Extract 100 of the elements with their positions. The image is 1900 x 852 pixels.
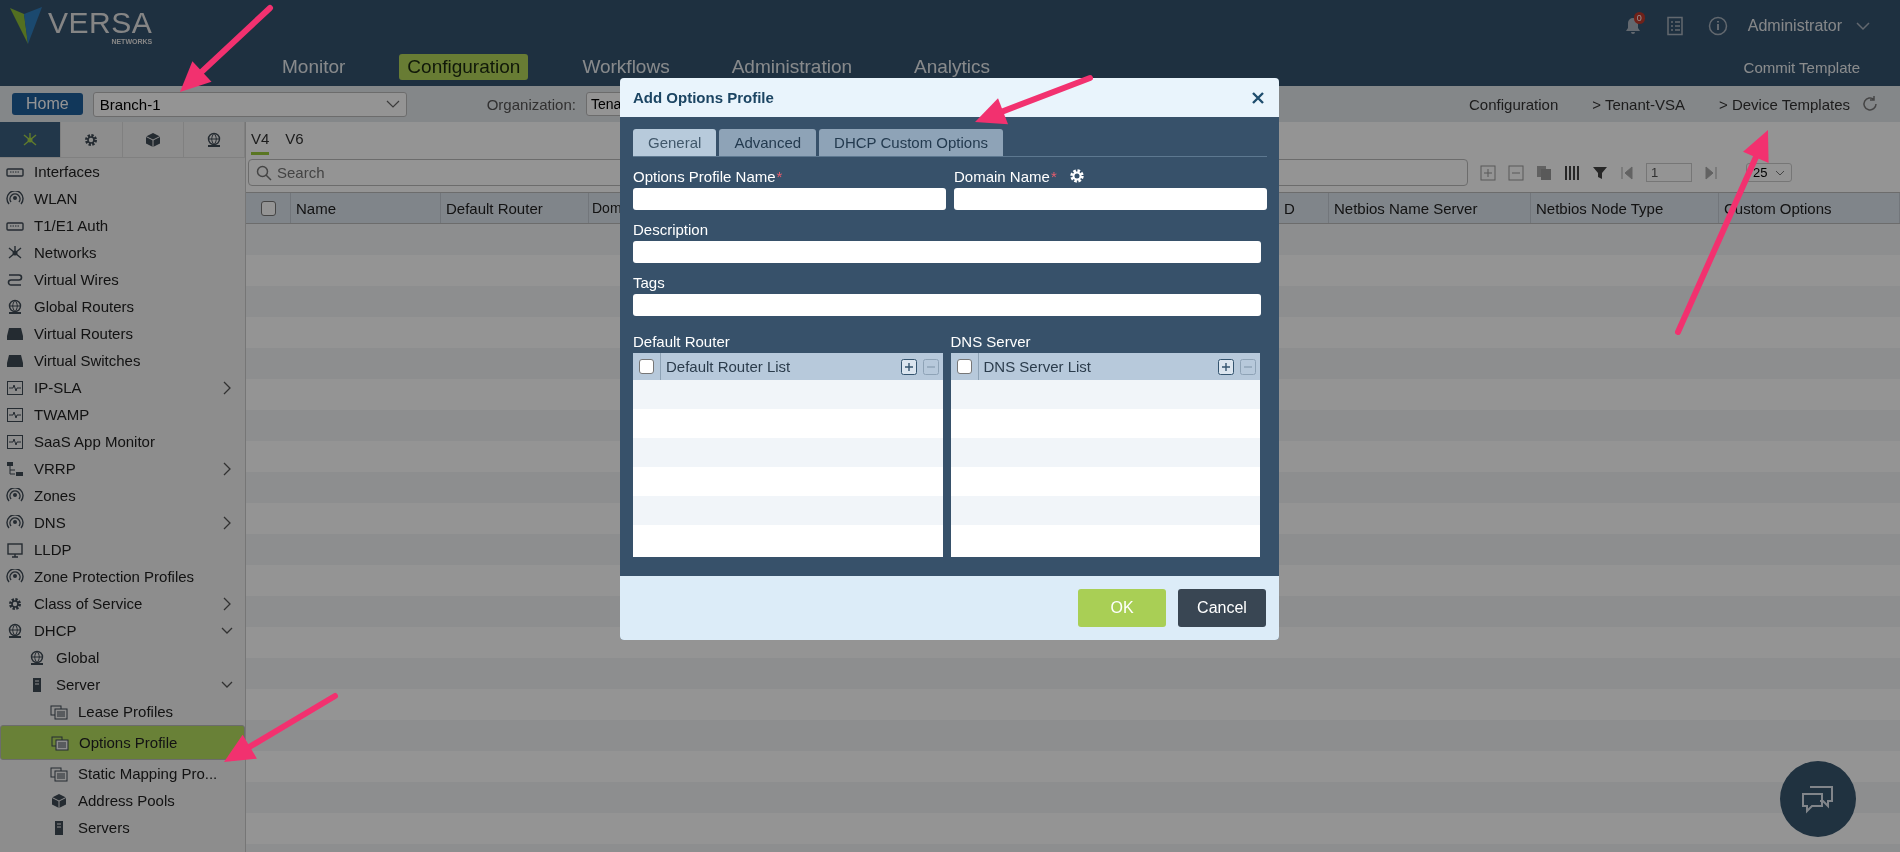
sidebar-item[interactable]: Servers <box>0 814 245 841</box>
page-size-select[interactable]: 25 <box>1746 163 1793 182</box>
sidebar-item[interactable]: Virtual Wires <box>0 266 245 293</box>
info-icon[interactable] <box>1707 16 1728 36</box>
close-icon[interactable] <box>1251 90 1265 105</box>
wires-icon <box>6 271 24 288</box>
chevron-icon[interactable] <box>1856 21 1870 31</box>
commit-template-link[interactable]: Commit Template <box>1743 58 1860 76</box>
folder-icon <box>50 765 68 782</box>
sidebar-tab[interactable] <box>0 122 62 158</box>
field-label: Domain Name <box>954 167 1050 185</box>
sidebar-item[interactable]: Zone Protection Profiles <box>0 563 245 590</box>
sidebar-item[interactable]: Static Mapping Pro... <box>0 760 245 787</box>
router-icon <box>6 325 24 342</box>
chevron-icon[interactable] <box>221 380 233 395</box>
version-tab[interactable]: V4 <box>251 130 270 155</box>
sidebar-item[interactable]: DNS <box>0 509 245 536</box>
logo-text: VERSA <box>48 7 153 38</box>
text-field[interactable] <box>954 188 1267 210</box>
nav-tab[interactable]: Workflows <box>574 54 678 80</box>
dialog-title: Add Options Profile <box>633 89 774 106</box>
sidebar-item[interactable]: DHCP <box>0 617 245 644</box>
select-all-checkbox[interactable] <box>260 200 276 216</box>
sidebar-item[interactable]: Global Routers <box>0 293 245 320</box>
settings-icon[interactable] <box>1068 168 1085 184</box>
select-all-checkbox[interactable] <box>956 359 972 374</box>
nav-tab[interactable]: Monitor <box>274 54 354 80</box>
sidebar-item[interactable]: Address Pools <box>0 787 245 814</box>
breadcrumb-item[interactable]: > Device Templates <box>1718 95 1850 113</box>
sidebar-item[interactable]: Class of Service <box>0 590 245 617</box>
search-icon <box>256 165 272 181</box>
refresh-icon[interactable] <box>1860 94 1880 114</box>
sidebar-tab[interactable] <box>61 122 123 158</box>
text-field[interactable] <box>633 188 946 210</box>
branch-select[interactable]: Branch-1 <box>92 91 407 117</box>
page-field[interactable]: 1 <box>1646 163 1692 182</box>
copy-icon[interactable] <box>1536 164 1552 181</box>
sidebar-item[interactable]: Interfaces <box>0 158 245 185</box>
sidebar-tab[interactable] <box>122 122 184 158</box>
column-header[interactable]: D <box>1284 199 1295 217</box>
chevron-icon[interactable] <box>221 596 233 611</box>
checklist-icon[interactable] <box>1665 16 1684 36</box>
screen-icon <box>6 541 24 558</box>
dialog-tab[interactable]: General <box>633 129 717 156</box>
wifi-icon <box>6 190 24 207</box>
add-icon[interactable] <box>1218 358 1234 375</box>
nav-tab[interactable]: Administration <box>723 54 861 80</box>
required-mark: * <box>776 167 783 185</box>
tree-icon <box>6 460 24 477</box>
chat-icon <box>1800 784 1836 814</box>
sidebar-item[interactable]: Virtual Routers <box>0 320 245 347</box>
globe-icon <box>6 622 24 639</box>
pulse-icon <box>6 433 24 450</box>
field-label: Options Profile Name <box>633 167 776 185</box>
pulse-icon <box>6 406 24 423</box>
chevron-icon[interactable] <box>1775 169 1786 176</box>
nav-tab[interactable]: Configuration <box>399 54 529 80</box>
text-field[interactable] <box>633 241 1261 263</box>
sidebar-item[interactable]: Zones <box>0 482 245 509</box>
text-field[interactable] <box>633 294 1261 316</box>
chevron-icon[interactable] <box>221 461 233 476</box>
settings-icon <box>6 595 24 612</box>
sidebar-item[interactable]: SaaS App Monitor <box>0 428 245 455</box>
sidebar-item[interactable]: Options Profile <box>0 725 245 760</box>
next-page-icon[interactable] <box>1704 164 1718 181</box>
sidebar-item[interactable]: LLDP <box>0 536 245 563</box>
filter-icon[interactable] <box>1592 164 1608 181</box>
column-header[interactable]: Default Router <box>446 199 543 217</box>
nav-tab[interactable]: Analytics <box>906 54 999 80</box>
cancel-button[interactable]: Cancel <box>1178 589 1266 627</box>
list-label: Default Router <box>633 332 730 350</box>
sidebar-item[interactable]: T1/E1 Auth <box>0 212 245 239</box>
dialog-tab[interactable]: DHCP Custom Options <box>819 129 1004 156</box>
sidebar-item[interactable]: Virtual Switches <box>0 347 245 374</box>
sidebar-item[interactable]: IP-SLA <box>0 374 245 401</box>
sidebar-item[interactable]: Networks <box>0 239 245 266</box>
add-icon[interactable] <box>900 358 917 375</box>
select-all-checkbox[interactable] <box>639 359 654 374</box>
user-menu[interactable]: Administrator <box>1747 17 1842 35</box>
sidebar-item[interactable]: Server <box>0 671 245 698</box>
chevron-icon[interactable] <box>385 100 400 108</box>
sidebar-item[interactable]: WLAN <box>0 185 245 212</box>
version-tab[interactable]: V6 <box>285 130 304 155</box>
column-header[interactable]: Name <box>296 199 336 217</box>
previous-page-icon[interactable] <box>1620 164 1634 181</box>
columns-icon[interactable] <box>1564 164 1580 181</box>
sidebar-item[interactable]: VRRP <box>0 455 245 482</box>
folder-icon <box>51 734 69 751</box>
sidebar-tab[interactable] <box>183 122 245 158</box>
breadcrumb-item[interactable]: Configuration <box>1469 95 1559 113</box>
sidebar-item[interactable]: Global <box>0 644 245 671</box>
dialog-tab[interactable]: Advanced <box>719 129 817 156</box>
sidebar-item[interactable]: Lease Profiles <box>0 698 245 725</box>
home-button[interactable]: Home <box>12 93 83 115</box>
column-header[interactable]: Netbios Node Type <box>1536 199 1664 217</box>
breadcrumb-item[interactable]: > Tenant-VSA <box>1592 95 1685 113</box>
column-header[interactable]: Netbios Name Server <box>1334 199 1478 217</box>
notification-badge: 0 <box>1633 12 1645 24</box>
sidebar-item[interactable]: TWAMP <box>0 401 245 428</box>
chevron-icon[interactable] <box>221 515 233 530</box>
